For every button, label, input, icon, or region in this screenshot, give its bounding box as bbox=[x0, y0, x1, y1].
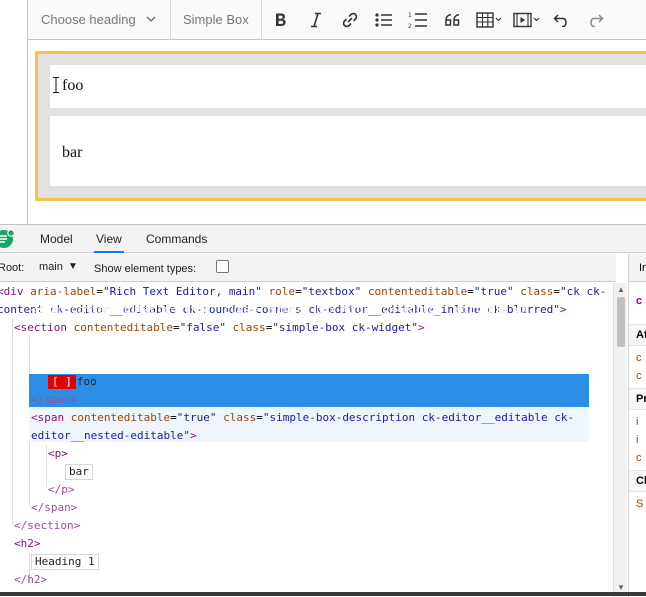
tree-line[interactable]: </section> bbox=[14, 517, 80, 535]
side-pane-section-header: Pr bbox=[629, 388, 646, 410]
tree-text-node[interactable]: bar bbox=[65, 463, 93, 481]
editor-toolbar: Choose heading Simple Box 12 bbox=[28, 0, 646, 40]
root-label: Root: bbox=[0, 262, 25, 274]
redo-button[interactable] bbox=[578, 0, 612, 40]
svg-text:2: 2 bbox=[408, 23, 412, 29]
show-element-types-checkbox[interactable] bbox=[216, 260, 229, 273]
italic-icon bbox=[310, 12, 321, 27]
tree-line-selected[interactable]: editor__nested-editable"> bbox=[31, 355, 197, 373]
chevron-down-icon bbox=[146, 16, 156, 23]
ck-inspector: Model View Commands Root: main ▼ Show el… bbox=[0, 224, 646, 597]
simple-box-description-text: bar bbox=[62, 144, 83, 161]
side-pane-property: i bbox=[636, 416, 639, 428]
indent-guide bbox=[46, 445, 47, 489]
insert-table-button[interactable] bbox=[470, 0, 508, 40]
link-icon bbox=[342, 12, 357, 27]
simple-box-description[interactable]: bar bbox=[50, 116, 646, 186]
undo-button[interactable] bbox=[546, 0, 578, 40]
side-pane-tab[interactable]: In bbox=[639, 262, 646, 274]
side-pane-section-header: Cl bbox=[629, 470, 646, 492]
editable-area[interactable]: foo bar bbox=[35, 51, 646, 201]
side-pane-property: i bbox=[636, 434, 639, 446]
tree-line-selected[interactable]: <span contenteditable="true" class="simp… bbox=[31, 301, 534, 319]
bold-button[interactable] bbox=[262, 0, 299, 40]
selected-node-highlight bbox=[29, 374, 589, 407]
side-pane-tab-bar: In bbox=[629, 254, 646, 282]
scroll-down-arrow-icon[interactable]: ▼ bbox=[617, 583, 625, 592]
side-pane-attribute: c bbox=[636, 352, 642, 364]
tab-view[interactable]: View bbox=[94, 225, 124, 253]
tree-line[interactable]: </p> bbox=[48, 481, 75, 499]
numbered-list-icon: 12 bbox=[408, 12, 427, 29]
tab-commands[interactable]: Commands bbox=[144, 225, 209, 253]
inspector-side-pane: In c At c c Pr i i c Cl S bbox=[628, 254, 646, 597]
view-options-bar: Root: main ▼ Show element types: bbox=[0, 254, 616, 282]
bulleted-list-button[interactable] bbox=[367, 0, 400, 40]
side-pane-attribute: c bbox=[636, 370, 642, 382]
root-select[interactable]: main bbox=[39, 261, 63, 273]
tab-model[interactable]: Model bbox=[38, 225, 75, 253]
tree-line[interactable]: <div aria-label="Rich Text Editor, main"… bbox=[0, 283, 606, 301]
insert-media-icon bbox=[513, 12, 540, 27]
indent-guide bbox=[12, 319, 13, 525]
tree-text-node[interactable]: Heading 1 bbox=[31, 553, 99, 571]
insert-table-icon bbox=[476, 11, 502, 28]
scroll-thumb[interactable] bbox=[617, 297, 625, 347]
tree-line[interactable]: <h2> bbox=[14, 535, 41, 553]
block-quote-button[interactable] bbox=[435, 0, 470, 40]
tree-text-node[interactable]: [ ] foo bbox=[48, 373, 97, 391]
side-pane-node-name: c bbox=[636, 295, 643, 307]
root-select-caret-icon[interactable]: ▼ bbox=[68, 261, 78, 272]
window-bottom-edge bbox=[0, 592, 646, 596]
side-pane-section-header: At bbox=[629, 324, 646, 346]
heading-dropdown-label: Choose heading bbox=[41, 12, 136, 27]
text-cursor-icon bbox=[53, 77, 59, 93]
inspector-tab-bar: Model View Commands bbox=[0, 225, 646, 253]
tree-line[interactable]: </h2> bbox=[14, 571, 47, 589]
simple-box-title-text: foo bbox=[62, 77, 84, 94]
link-button[interactable] bbox=[332, 0, 367, 40]
bold-icon bbox=[275, 13, 286, 26]
numbered-list-button[interactable]: 12 bbox=[400, 0, 435, 40]
bulleted-list-icon bbox=[374, 12, 392, 27]
block-quote-icon bbox=[444, 13, 459, 26]
insert-media-button[interactable] bbox=[508, 0, 546, 40]
tree-line[interactable]: <p> bbox=[48, 445, 68, 463]
tree-line[interactable]: editor__nested-editable"> bbox=[31, 427, 197, 445]
simple-box-button[interactable]: Simple Box bbox=[171, 0, 262, 40]
scroll-up-arrow-icon[interactable]: ▲ bbox=[617, 285, 625, 294]
simple-box-title[interactable]: foo bbox=[50, 65, 646, 108]
svg-text:1: 1 bbox=[408, 12, 412, 19]
heading-dropdown[interactable]: Choose heading bbox=[28, 0, 171, 40]
view-tree: <div aria-label="Rich Text Editor, main"… bbox=[0, 283, 613, 597]
ckeditor-logo-icon bbox=[0, 229, 15, 248]
show-element-types-label: Show element types: bbox=[94, 263, 197, 275]
simple-box-label: Simple Box bbox=[183, 12, 249, 27]
tree-line[interactable]: </span> bbox=[31, 499, 77, 517]
editor-frame: Choose heading Simple Box 12 foo bar bbox=[0, 0, 646, 224]
italic-button[interactable] bbox=[299, 0, 332, 40]
undo-icon bbox=[553, 13, 567, 27]
side-pane-property: c bbox=[636, 452, 642, 464]
side-pane-property: S bbox=[636, 498, 644, 510]
redo-icon bbox=[590, 13, 604, 27]
tree-line-section[interactable]: <section contenteditable="false" class="… bbox=[14, 319, 425, 337]
tree-line[interactable]: </span> bbox=[31, 391, 77, 409]
tree-scrollbar[interactable]: ▲ ▼ bbox=[613, 283, 627, 597]
selection-marker: [ ] bbox=[48, 375, 76, 389]
tree-line[interactable]: <span contenteditable="true" class="simp… bbox=[31, 409, 574, 427]
